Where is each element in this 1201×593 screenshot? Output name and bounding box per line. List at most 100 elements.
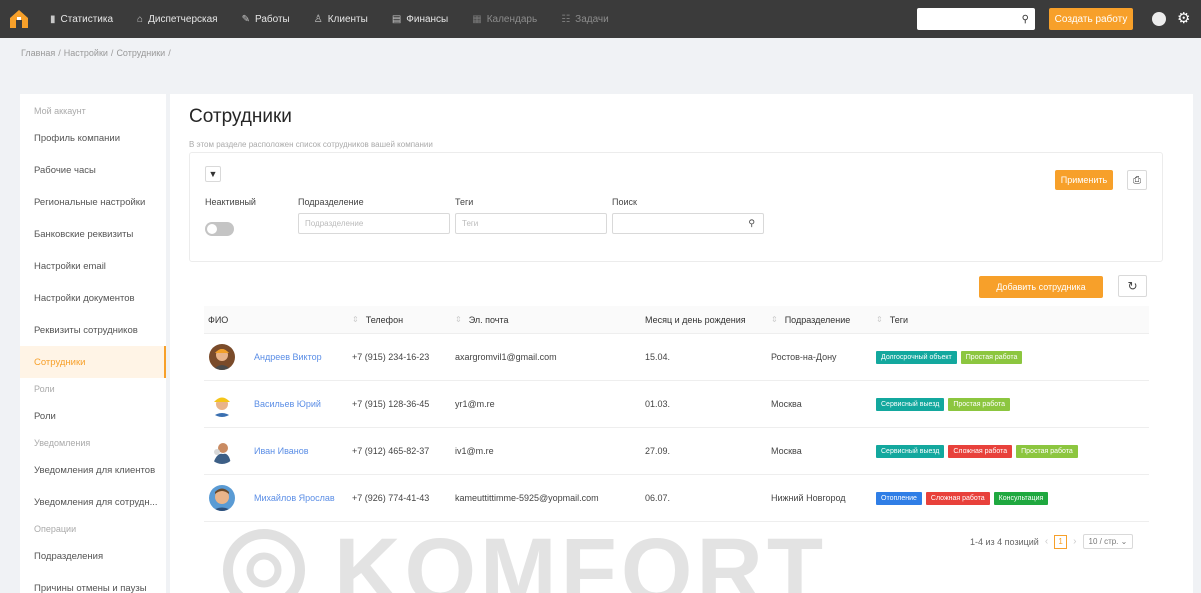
pagination-summary: 1-4 из 4 позиций [970,536,1039,547]
col-header-birthday[interactable]: Месяц и день рождения [645,306,771,334]
nav-item-calendar[interactable]: ▦ Календарь [460,0,549,38]
print-icon[interactable]: ⎙ [1127,170,1147,190]
page-size-select[interactable]: 10 / стр. ⌄ [1082,534,1134,549]
sidebar-item-working-hours[interactable]: Рабочие часы [20,154,166,186]
home-logo-icon[interactable] [0,0,38,38]
col-header-phone[interactable]: ⇕ Телефон [352,306,455,334]
breadcrumb-settings[interactable]: Настройки [64,48,108,58]
nav-label: Клиенты [327,13,368,25]
breadcrumb-home[interactable]: Главная [21,48,55,58]
nav-item-statistics[interactable]: ▮ Статистика [38,0,125,38]
wallet-icon: ▤ [391,13,402,25]
search-icon: ⚲ [1021,13,1029,25]
tags-cell: Сервисный выезд Сложная работа Простая р… [876,428,1146,475]
employee-name-link[interactable]: Андреев Виктор [254,352,322,362]
tag-badge: Консультация [993,491,1049,505]
employee-name-link[interactable]: Васильев Юрий [254,399,321,409]
tag-badge: Сервисный выезд [876,444,945,458]
user-icon: ♙ [313,13,323,25]
table-row[interactable]: Андреев Виктор +7 (915) 234-16-23 axargr… [204,334,1149,381]
nav-label: Задачи [575,13,609,25]
tag-badge: Простая работа [948,397,1010,411]
sidebar-item-roles[interactable]: Роли [20,400,166,432]
inactive-label: Неактивный [205,197,256,207]
sidebar-item-regional-settings[interactable]: Региональные настройки [20,186,166,218]
employee-name-link[interactable]: Михайлов Ярослав [254,493,335,503]
filter-icon[interactable]: ▼ [205,166,221,182]
nav-item-dispatch[interactable]: ⌂ Диспетчерская [125,0,230,38]
phone-cell: +7 (915) 234-16-23 [352,352,430,362]
main-content: Сотрудники В этом разделе расположен спи… [170,94,1193,593]
email-cell: iv1@m.re [455,446,494,456]
sidebar-item-bank-details[interactable]: Банковские реквизиты [20,218,166,250]
email-cell: kameuttittimme-5925@yopmail.com [455,493,599,503]
sidebar-group-title: Мой аккаунт [34,106,86,116]
nav-item-jobs[interactable]: ✎ Работы [230,0,302,38]
nav-label: Работы [254,13,290,25]
table-header: ФИО ⇕ Телефон ⇕ Эл. почта Месяц и день рож… [204,306,1149,334]
col-header-name[interactable]: ФИО [204,306,352,334]
chart-icon: ▮ [50,13,56,25]
sidebar-item-employee-details[interactable]: Реквизиты сотрудников [20,314,166,346]
table-row[interactable]: Васильев Юрий +7 (915) 128-36-45 yr1@m.r… [204,381,1149,428]
col-header-tags[interactable]: ⇕ Теги [876,306,1146,334]
table-row[interactable]: Михайлов Ярослав +7 (926) 774-41-43 kame… [204,475,1149,522]
col-header-email[interactable]: ⇕ Эл. почта [455,306,645,334]
tag-badge: Долгосрочный объект [876,350,957,364]
nav-item-finance[interactable]: ▤ Финансы [380,0,460,38]
current-page-button[interactable]: 1 [1054,534,1068,549]
avatar [209,485,235,511]
tags-select[interactable]: Теги [455,213,607,234]
division-cell: Москва [771,446,802,456]
gear-icon[interactable]: ⚙ [1177,10,1190,28]
avatar [209,391,235,417]
avatar[interactable] [1152,12,1166,26]
sidebar-item-company-profile[interactable]: Профиль компании [20,122,166,154]
sidebar-item-employee-notifications[interactable]: Уведомления для сотрудн... [20,486,166,518]
tag-badge: Сложная работа [925,491,990,505]
sidebar-item-client-notifications[interactable]: Уведомления для клиентов [20,454,166,486]
nav-item-clients[interactable]: ♙ Клиенты [302,0,380,38]
add-employee-button[interactable]: Добавить сотрудника [979,276,1103,298]
sidebar-item-email-settings[interactable]: Настройки email [20,250,166,282]
nav-item-tasks[interactable]: ☷ Задачи [549,0,621,38]
refresh-icon[interactable]: ↻ [1118,275,1147,297]
division-placeholder: Подразделение [305,219,364,228]
tags-cell: Долгосрочный объект Простая работа [876,334,1146,381]
email-cell: axargromvil1@gmail.com [455,352,557,362]
search-input[interactable]: ⚲ [612,213,764,234]
division-cell: Москва [771,399,802,409]
global-search-input[interactable]: ⚲ [917,8,1035,30]
filter-panel: ▼ Применить ⎙ Неактивный Подразделение П… [189,152,1163,262]
tags-label: Теги [455,197,474,207]
table-row[interactable]: Иван Иванов +7 (912) 465-82-37 iv1@m.re … [204,428,1149,475]
pagination: 1-4 из 4 позиций ‹ 1 › 10 / стр. ⌄ [970,534,1134,549]
tag-badge: Сложная работа [948,444,1013,458]
settings-sidebar: Мой аккаунт Профиль компании Рабочие час… [20,94,166,593]
phone-cell: +7 (915) 128-36-45 [352,399,430,409]
search-label: Поиск [612,197,637,207]
create-job-button[interactable]: Создать работу [1049,8,1133,30]
breadcrumb-current: Сотрудники [116,48,166,58]
tag-badge: Простая работа [960,350,1023,364]
sidebar-group-title: Роли [34,384,55,394]
calendar-icon: ▦ [472,13,482,25]
birthday-cell: 06.07. [645,493,671,503]
employee-name-link[interactable]: Иван Иванов [254,446,309,456]
chevron-right-icon[interactable]: › [1073,536,1076,547]
col-header-division[interactable]: ⇕ Подразделение [771,306,876,334]
sidebar-item-employees[interactable]: Сотрудники [20,346,166,378]
sidebar-item-document-settings[interactable]: Настройки документов [20,282,166,314]
sidebar-item-cancel-reasons[interactable]: Причины отмены и паузы [20,572,166,593]
avatar [209,344,235,370]
sidebar-item-divisions[interactable]: Подразделения [20,540,166,572]
nav-label: Статистика [60,13,114,25]
chevron-left-icon[interactable]: ‹ [1045,536,1048,547]
division-cell: Ростов-на-Дону [771,352,837,362]
tags-cell: Сервисный выезд Простая работа [876,381,1146,428]
division-select[interactable]: Подразделение [298,213,450,234]
nav-label: Диспетчерская [148,13,218,25]
tasks-icon: ☷ [561,13,571,25]
inactive-toggle[interactable] [205,222,234,236]
apply-button[interactable]: Применить [1055,170,1113,190]
